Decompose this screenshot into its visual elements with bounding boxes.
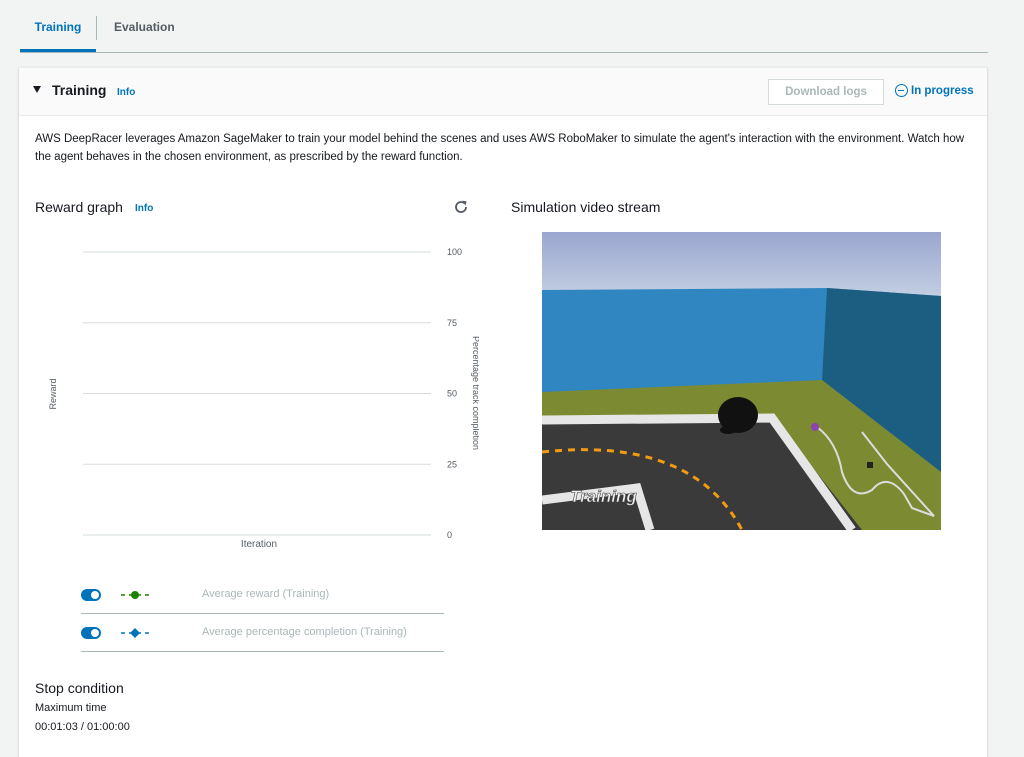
y2-tick-label: 25 (447, 459, 457, 469)
completion-legend-marker (121, 628, 149, 638)
video-overlay-text: Training (570, 487, 637, 506)
panel-title[interactable]: Training (52, 82, 106, 98)
completion-legend-label: Average percentage completion (Training) (202, 626, 407, 638)
status-indicator: In progress (895, 84, 974, 97)
description-text: AWS DeepRacer leverages Amazon SageMaker… (35, 133, 965, 163)
y2-axis-label: Percentage track completion (471, 336, 479, 450)
car-position-marker (811, 423, 819, 431)
training-panel: Training Info Download logs In progress … (19, 67, 987, 757)
tab-evaluation[interactable]: Evaluation (114, 0, 175, 52)
reward-legend-marker (121, 591, 149, 599)
simulation-title: Simulation video stream (511, 199, 661, 215)
legend-row-reward: Average reward (Training) (81, 576, 444, 614)
reward-legend-label: Average reward (Training) (202, 588, 330, 600)
tab-bar: Training Evaluation (20, 0, 988, 53)
tab-training[interactable]: Training (20, 0, 96, 52)
y2-tick-label: 50 (447, 389, 457, 399)
status-text: In progress (911, 85, 974, 97)
x-axis-label: Iteration (241, 539, 277, 550)
y2-tick-label: 100 (447, 247, 462, 257)
y2-tick-label: 75 (447, 318, 457, 328)
in-progress-icon (895, 84, 908, 97)
refresh-icon[interactable] (453, 199, 469, 215)
y2-tick-label: 0 (447, 530, 452, 540)
simulation-video-stream: Training (542, 232, 941, 530)
legend-row-completion: Average percentage completion (Training) (81, 614, 444, 652)
download-logs-button[interactable]: Download logs (768, 79, 884, 105)
reward-graph-info-link[interactable]: Info (135, 203, 153, 214)
completion-series-toggle[interactable] (81, 627, 101, 639)
reward-series-toggle[interactable] (81, 589, 101, 601)
stop-condition-label: Maximum time (35, 702, 107, 714)
reward-chart: 100 75 50 25 0 Iteration Reward Percentage t… (48, 247, 479, 550)
stop-condition-value: 00:01:03 / 01:00:00 (35, 721, 130, 733)
caret-down-icon[interactable] (33, 86, 41, 93)
stop-condition-title: Stop condition (35, 680, 124, 696)
panel-header: Training Info Download logs In progress (19, 68, 987, 116)
finish-flag-icon (867, 462, 873, 468)
tab-divider (96, 16, 97, 40)
panel-info-link[interactable]: Info (117, 87, 135, 98)
reward-graph-title: Reward graph (35, 199, 123, 215)
y-axis-label: Reward (48, 378, 58, 409)
